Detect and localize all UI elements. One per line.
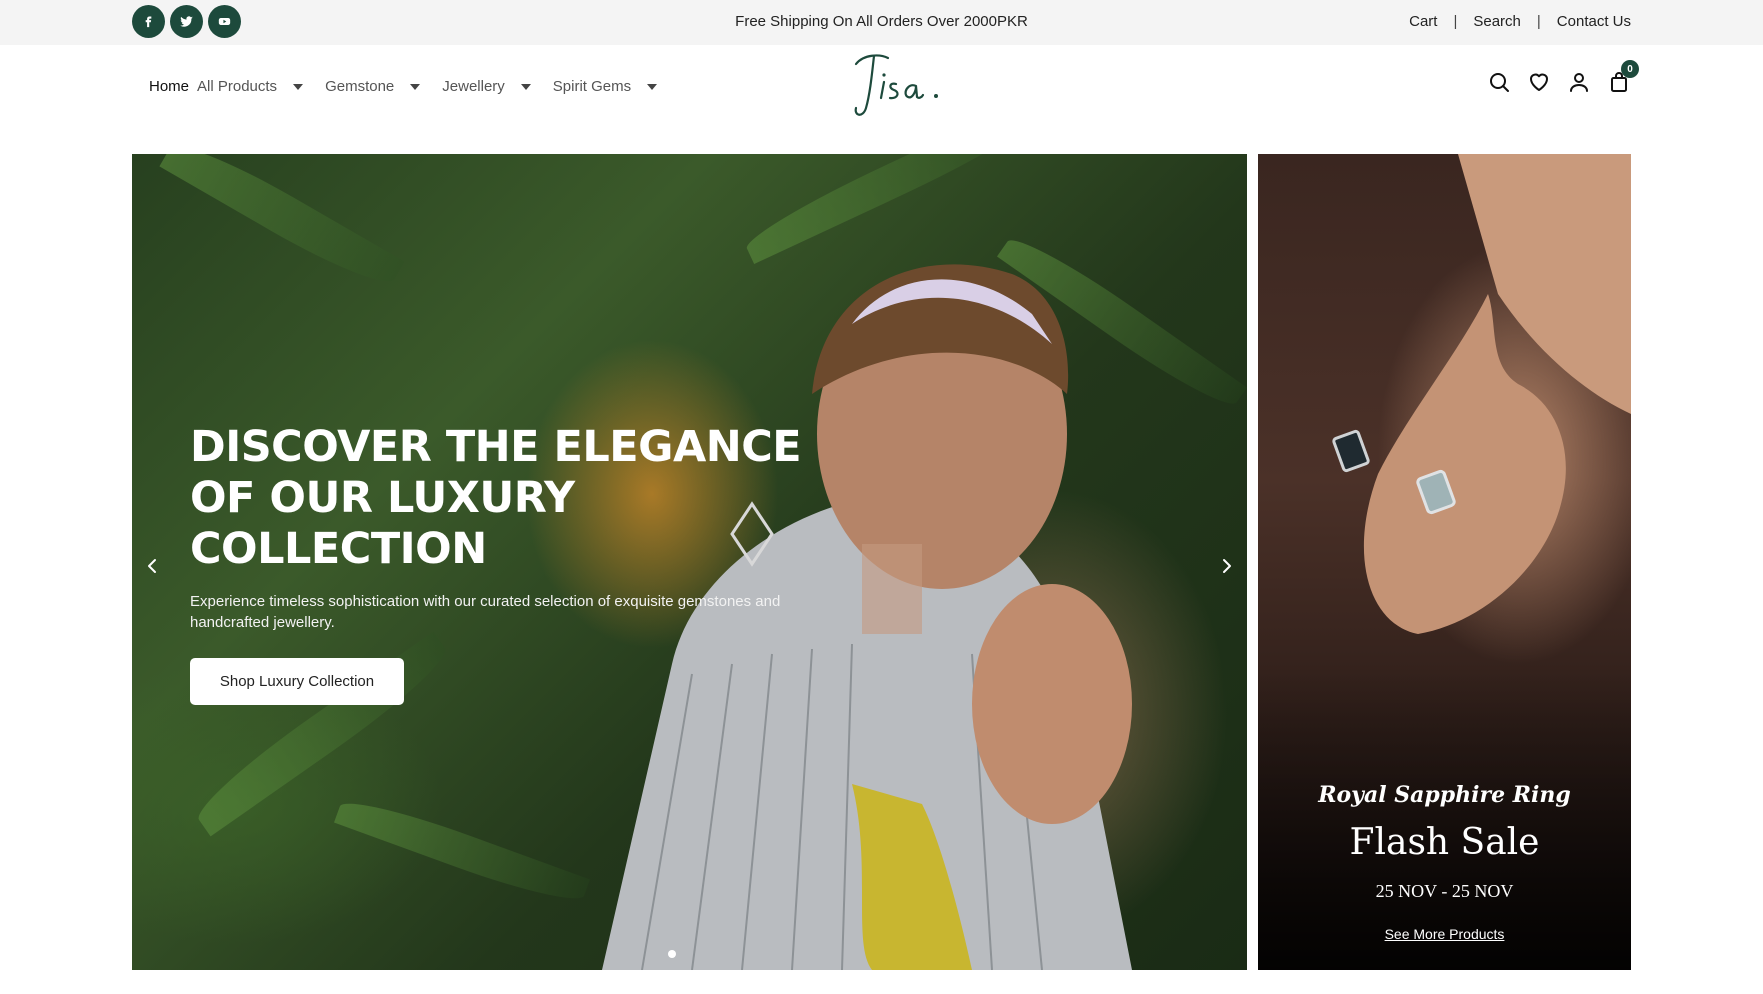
chevron-right-icon[interactable]	[1215, 552, 1239, 580]
nav-spirit-gems[interactable]: Spirit Gems	[553, 78, 671, 95]
promo-product-name: Royal Sapphire Ring	[1318, 782, 1571, 808]
main-nav: Home All Products Gemstone Jewellery Spi…	[149, 78, 679, 95]
nav-label: Home	[149, 78, 190, 95]
hero-image-foliage	[159, 154, 405, 297]
promo-dates: 25 NOV - 25 NOV	[1375, 881, 1514, 901]
promo-title: Flash Sale	[1349, 822, 1540, 863]
promo-banner: Royal Sapphire Ring Flash Sale 25 NOV - …	[1258, 154, 1631, 970]
top-links: Cart | Search | Contact Us	[1409, 13, 1631, 30]
cart-count-badge: 0	[1621, 60, 1639, 78]
hero-slider: Discover the Elegance of Our Luxury Coll…	[132, 154, 1247, 970]
caret-down-icon	[647, 83, 658, 90]
hero-subtitle: Experience timeless sophistication with …	[190, 593, 781, 631]
nav-label: Jewellery	[442, 78, 505, 95]
separator: |	[1453, 13, 1458, 30]
heart-icon[interactable]	[1527, 70, 1551, 94]
nav-label: Spirit Gems	[552, 78, 632, 95]
nav-home[interactable]: Home	[149, 78, 189, 95]
promo-gradient-overlay	[1258, 670, 1631, 970]
slider-dot[interactable]	[668, 950, 676, 958]
separator: |	[1536, 13, 1541, 30]
nav-jewellery[interactable]: Jewellery	[442, 78, 545, 95]
search-icon[interactable]	[1487, 70, 1511, 94]
caret-down-icon	[293, 83, 304, 90]
brand-logo[interactable]	[850, 50, 946, 122]
nav-all-products[interactable]: All Products	[197, 78, 317, 95]
hero-title: Discover the Elegance of Our Luxury Coll…	[190, 422, 802, 574]
user-icon[interactable]	[1567, 70, 1591, 94]
top-link-contact[interactable]: Contact Us	[1557, 13, 1631, 30]
announcement-bar: Free Shipping On All Orders Over 2000PKR…	[0, 0, 1763, 45]
shop-luxury-collection-button[interactable]: Shop Luxury Collection	[190, 658, 404, 705]
nav-gemstone[interactable]: Gemstone	[325, 78, 434, 95]
top-link-cart[interactable]: Cart	[1409, 13, 1437, 30]
see-more-products-link[interactable]: See More Products	[1258, 926, 1631, 942]
bag-icon[interactable]: 0	[1607, 60, 1639, 94]
top-link-search[interactable]: Search	[1473, 13, 1521, 30]
nav-label: All Products	[197, 78, 278, 95]
caret-down-icon	[410, 83, 421, 90]
chevron-left-icon[interactable]	[140, 552, 164, 580]
header-actions: 0	[1487, 60, 1639, 94]
caret-down-icon	[520, 83, 531, 90]
nav-label: Gemstone	[325, 78, 395, 95]
